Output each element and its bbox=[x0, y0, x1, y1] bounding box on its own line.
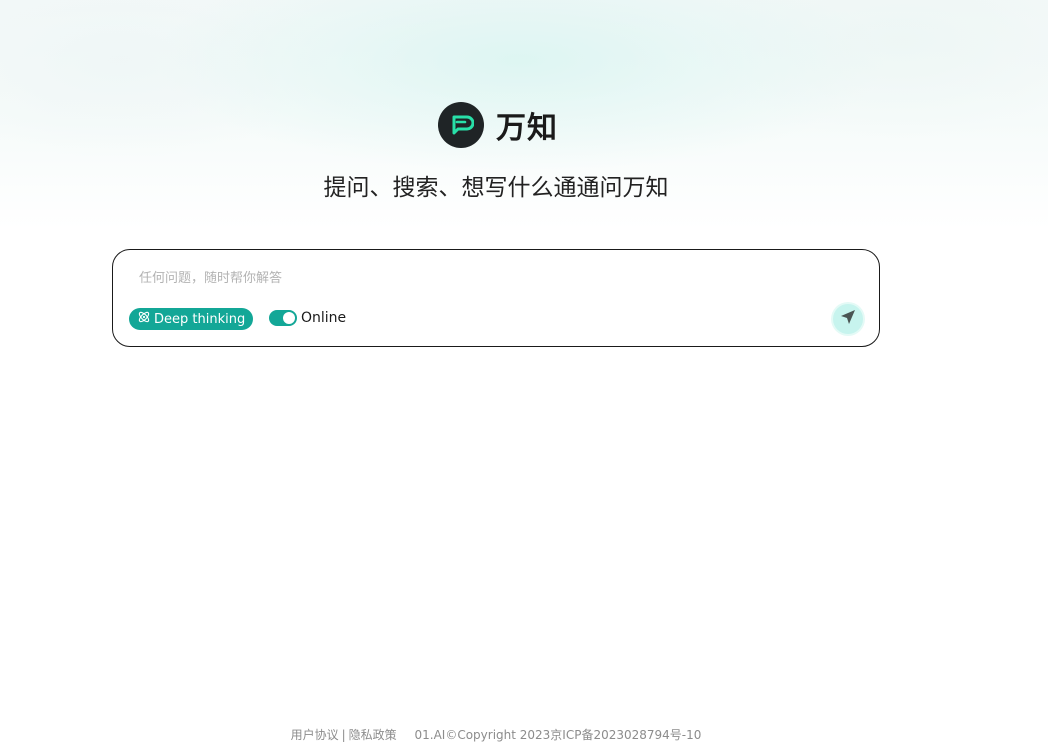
page: 万知 提问、搜索、想写什么通通问万知 Deep thinking Online bbox=[0, 0, 1048, 749]
brand: 万知 bbox=[438, 102, 558, 148]
online-label: Online bbox=[301, 310, 347, 326]
footer-separator: | bbox=[341, 728, 346, 742]
switch-knob bbox=[283, 312, 295, 324]
online-toggle[interactable]: Online bbox=[269, 310, 346, 326]
send-arrow-icon bbox=[840, 309, 856, 329]
copyright-text: 01.AI©Copyright 2023京ICP备2023028794号-10 bbox=[414, 728, 702, 742]
atom-icon bbox=[137, 310, 151, 328]
chat-input[interactable] bbox=[139, 266, 799, 290]
privacy-policy-link[interactable]: 隐私政策 bbox=[349, 728, 397, 742]
tagline: 提问、搜索、想写什么通通问万知 bbox=[323, 175, 669, 201]
chat-box: Deep thinking Online bbox=[112, 249, 880, 347]
footer: 用户协议 | 隐私政策 01.AI©Copyright 2023京ICP备20230… bbox=[0, 726, 992, 743]
online-switch[interactable] bbox=[269, 310, 297, 326]
send-button[interactable] bbox=[833, 304, 863, 334]
user-agreement-link[interactable]: 用户协议 bbox=[291, 728, 339, 742]
deep-thinking-button[interactable]: Deep thinking bbox=[129, 308, 254, 330]
brand-name: 万知 bbox=[496, 111, 558, 146]
logo-icon bbox=[438, 102, 484, 148]
deep-thinking-label: Deep thinking bbox=[154, 311, 246, 327]
